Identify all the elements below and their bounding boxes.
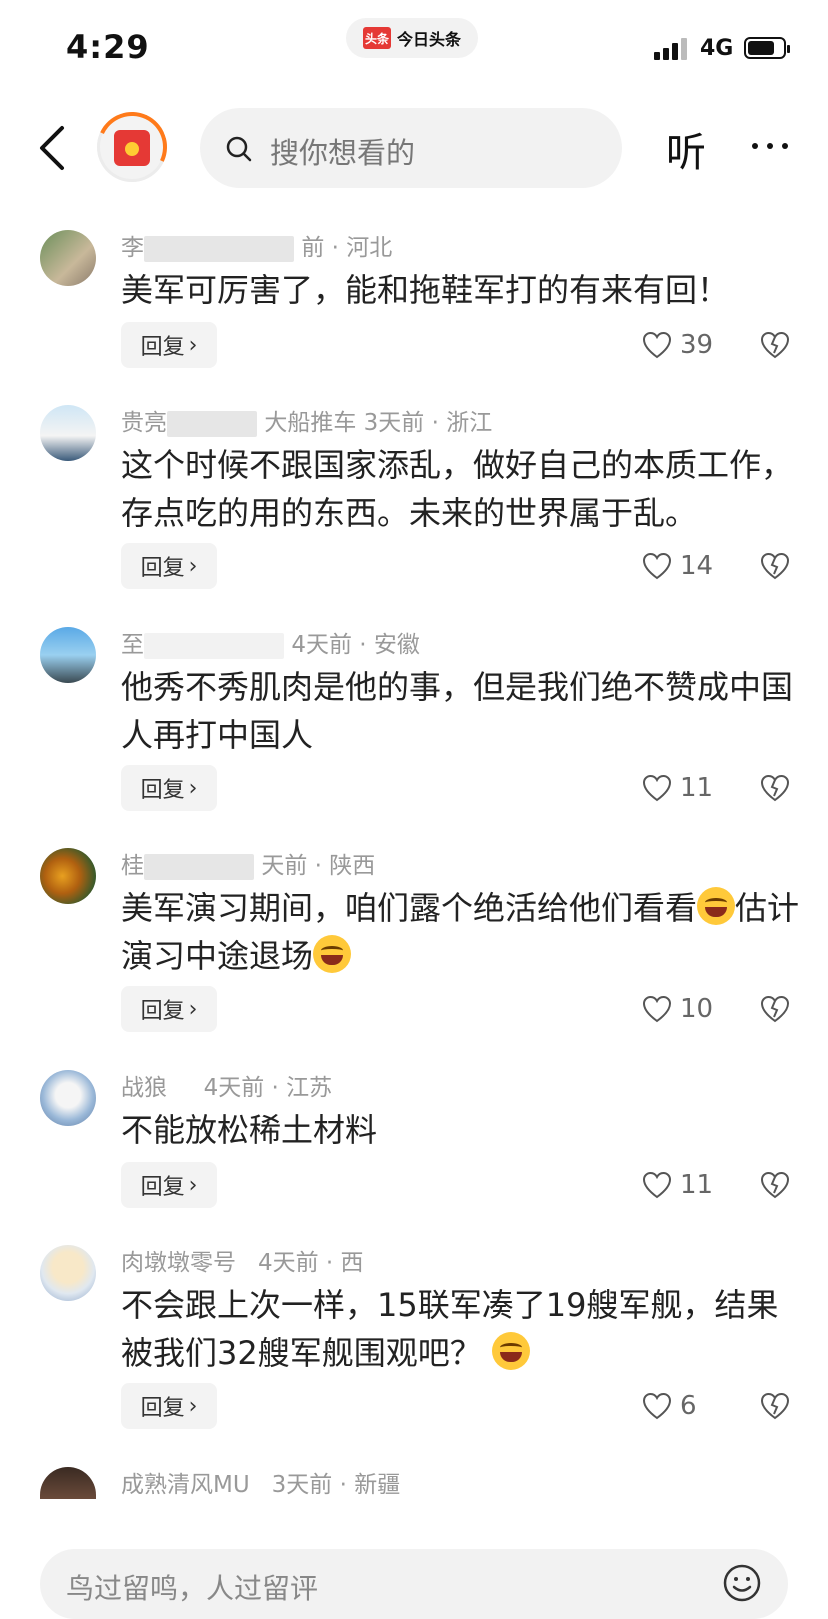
comment-meta: 战狼 4天前 · 江苏 xyxy=(121,1075,333,1101)
comment-text: 这个时候不跟国家添乱，做好自己的本质工作，存点吃的用的东西。未来的世界属于乱。 xyxy=(121,446,794,532)
dislike-button[interactable] xyxy=(760,1162,794,1208)
heart-icon xyxy=(642,331,672,359)
laughing-tears-emoji-icon xyxy=(313,935,352,973)
comment-text: 不能放松稀土材料 xyxy=(121,1111,378,1149)
comment-text: 他秀不秀肌肉是他的事，但是我们绝不赞成中国人再打中国人 xyxy=(121,668,794,754)
avatar[interactable] xyxy=(40,1245,96,1301)
comment-text: 美军演习期间，咱们露个绝活给他们看看 估计演习中途退场 xyxy=(121,884,801,980)
like-count: 14 xyxy=(680,551,714,581)
like-count: 39 xyxy=(680,330,714,360)
dislike-button[interactable] xyxy=(760,543,794,589)
reply-button[interactable]: 回复 › xyxy=(121,1383,217,1429)
heart-icon xyxy=(642,552,672,580)
comment-meta: 李 前 · 河北 xyxy=(121,235,393,262)
status-bar: 4:29 头条 今日头条 4G xyxy=(0,0,828,96)
broken-heart-icon xyxy=(760,995,790,1023)
app-logo: 头条 xyxy=(362,27,391,49)
broken-heart-icon xyxy=(760,552,790,580)
reply-button[interactable]: 回复 › xyxy=(121,322,217,368)
like-button[interactable]: 11 xyxy=(642,1162,732,1208)
listen-button[interactable]: 听 xyxy=(666,120,706,178)
network-type: 4G xyxy=(700,36,734,61)
like-count: 6 xyxy=(680,1391,697,1421)
broken-heart-icon xyxy=(760,331,790,359)
more-icon[interactable] xyxy=(752,136,802,156)
red-envelope-icon xyxy=(114,130,150,166)
heart-icon xyxy=(642,1392,672,1420)
red-envelope-button[interactable] xyxy=(87,102,177,192)
heart-icon xyxy=(642,774,672,802)
grinning-emoji-icon xyxy=(697,887,736,925)
search-icon xyxy=(226,136,252,162)
avatar[interactable] xyxy=(40,848,96,904)
avatar[interactable] xyxy=(40,627,96,683)
comment-meta: 贵亮 大船推车 3天前 · 浙江 xyxy=(121,410,493,437)
dislike-button[interactable] xyxy=(760,986,794,1032)
like-button[interactable]: 6 xyxy=(642,1383,732,1429)
search-bar[interactable]: 搜你想看的 xyxy=(200,108,622,188)
comment-input-bar: 鸟过留鸣，人过留评 xyxy=(0,1537,828,1619)
app-name: 今日头条 xyxy=(396,30,461,49)
reply-button[interactable]: 回复 › xyxy=(121,1162,217,1208)
smiley-icon[interactable] xyxy=(722,1563,762,1603)
dislike-button[interactable] xyxy=(760,322,794,368)
crying-laughing-emoji-icon xyxy=(491,1332,530,1370)
avatar[interactable] xyxy=(40,405,96,461)
broken-heart-icon xyxy=(760,1392,790,1420)
like-button[interactable]: 39 xyxy=(642,322,732,368)
reply-button[interactable]: 回复 › xyxy=(121,986,217,1032)
like-button[interactable]: 11 xyxy=(642,765,732,811)
comment-text-part: 不会跟上次一样，15联军凑了19艘军舰，结果被我们32艘军舰围观吧？ xyxy=(121,1286,779,1372)
app-indicator: 头条 今日头条 xyxy=(346,18,478,58)
signal-icon xyxy=(654,36,690,60)
comment-meta: 肉墩墩零号 4天前 · 西 xyxy=(121,1250,364,1276)
battery-icon xyxy=(744,37,790,59)
reply-button[interactable]: 回复 › xyxy=(121,765,217,811)
like-button[interactable]: 14 xyxy=(642,543,732,589)
dislike-button[interactable] xyxy=(760,765,794,811)
comment-text: 美军可厉害了，能和拖鞋军打的有来有回！ xyxy=(121,271,730,309)
status-time: 4:29 xyxy=(66,28,150,66)
comment-text-part: 美军演习期间，咱们露个绝活给他们看看 xyxy=(121,889,698,927)
back-icon[interactable] xyxy=(34,124,74,172)
top-nav: 搜你想看的 听 xyxy=(0,100,828,200)
broken-heart-icon xyxy=(760,1171,790,1199)
dislike-button[interactable] xyxy=(760,1383,794,1429)
comment-input[interactable]: 鸟过留鸣，人过留评 xyxy=(40,1549,788,1619)
search-placeholder: 搜你想看的 xyxy=(270,136,416,170)
heart-icon xyxy=(642,1171,672,1199)
comment-meta: 至 4天前 · 安徽 xyxy=(121,632,420,659)
reply-button[interactable]: 回复 › xyxy=(121,543,217,589)
comment-meta: 桂 天前 · 陕西 xyxy=(121,853,376,880)
heart-icon xyxy=(642,995,672,1023)
avatar[interactable] xyxy=(40,230,96,286)
avatar[interactable] xyxy=(40,1467,96,1499)
like-count: 10 xyxy=(680,994,714,1024)
broken-heart-icon xyxy=(760,774,790,802)
like-count: 11 xyxy=(680,773,714,803)
like-count: 11 xyxy=(680,1170,714,1200)
comment-meta: 成熟清风MU 3天前 · 新疆 xyxy=(121,1472,401,1498)
comment-text: 不会跟上次一样，15联军凑了19艘军舰，结果被我们32艘军舰围观吧？ xyxy=(121,1281,801,1377)
like-button[interactable]: 10 xyxy=(642,986,732,1032)
avatar[interactable] xyxy=(40,1070,96,1126)
comment-input-placeholder: 鸟过留鸣，人过留评 xyxy=(66,1572,319,1605)
